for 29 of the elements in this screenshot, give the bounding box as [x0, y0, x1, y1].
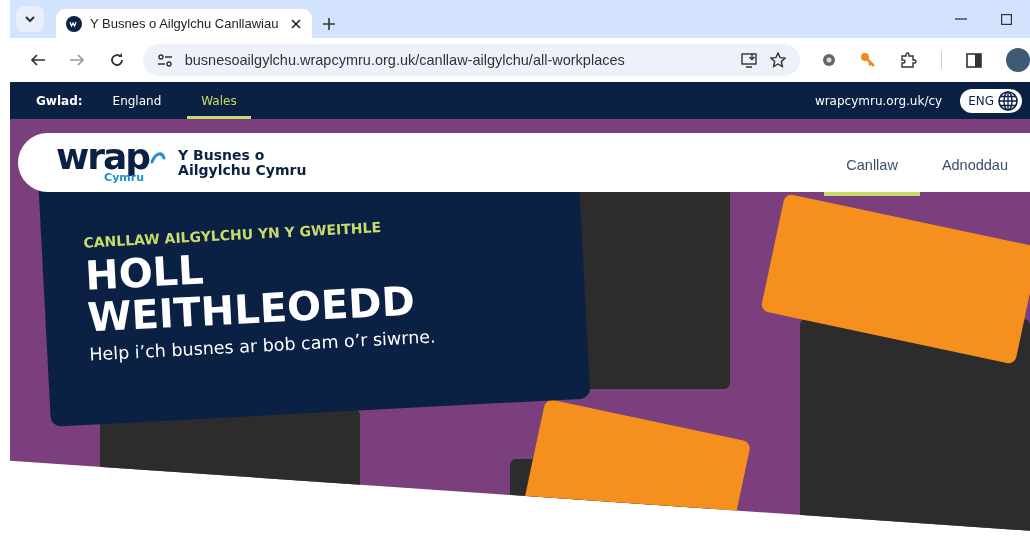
globe-icon — [998, 90, 1018, 111]
tab-title: Y Busnes o Ailgylchu Canllawiau — [90, 16, 280, 31]
puzzle-icon[interactable] — [900, 52, 917, 68]
nav-link[interactable]: Adnoddau — [919, 137, 1030, 196]
reload-icon[interactable] — [108, 52, 125, 68]
nav-link[interactable]: Canllaw — [824, 137, 920, 196]
side-panel-icon[interactable] — [966, 52, 982, 68]
url-text: busnesoailgylchu.wrapcymru.org.uk/canllaw-ailgylchu/all-workplaces — [184, 52, 626, 68]
extension-icon[interactable] — [822, 53, 836, 67]
plus-icon[interactable] — [322, 17, 336, 31]
country-label: Gwlad: — [36, 93, 83, 108]
chevron-down-icon — [24, 14, 36, 24]
profile-avatar[interactable] — [1006, 48, 1030, 72]
favicon-icon — [66, 15, 82, 32]
close-icon[interactable] — [290, 17, 302, 30]
site-link[interactable]: wrapcymru.org.uk/cy — [814, 93, 943, 108]
browser-tab[interactable]: Y Busnes o Ailgylchu Canllawiau — [56, 9, 312, 38]
language-button[interactable]: ENG — [960, 88, 1022, 113]
address-bar[interactable]: busnesoailgylchu.wrapcymru.org.uk/canllaw-ailgylchu/all-workplaces — [142, 44, 800, 76]
site-info-icon[interactable] — [156, 53, 173, 67]
install-app-icon[interactable] — [741, 52, 758, 68]
maximize-icon[interactable] — [1001, 13, 1012, 25]
tab-list-button[interactable] — [16, 6, 44, 32]
country-tab[interactable]: England — [98, 82, 176, 119]
star-icon[interactable] — [770, 52, 786, 68]
forward-arrow-icon[interactable] — [69, 52, 86, 68]
back-arrow-icon[interactable] — [29, 52, 46, 68]
site-name: Y Busnes o Ailgylchu Cymru — [178, 147, 308, 178]
hero-eyebrow: CANLLAW AILGYLCHU YN Y GWEITHLE — [83, 218, 383, 251]
